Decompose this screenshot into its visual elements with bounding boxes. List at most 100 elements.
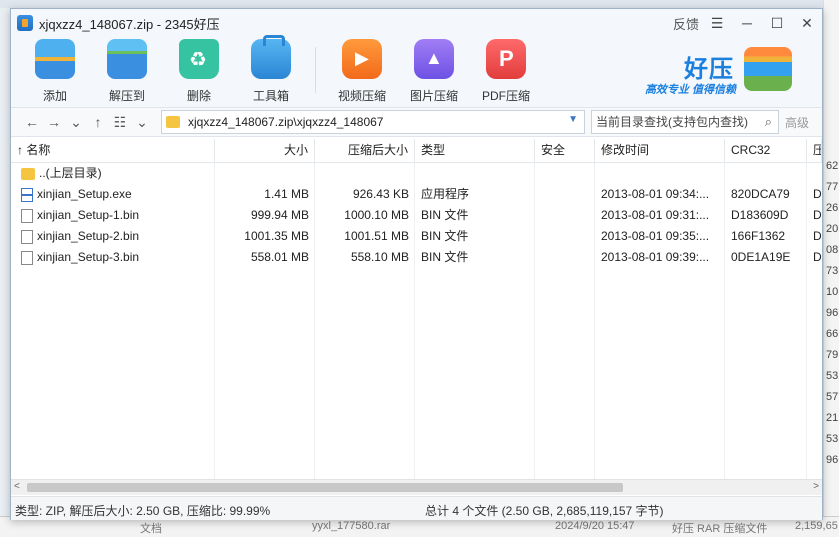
header-size[interactable]: 大小 — [215, 139, 315, 162]
search-input[interactable] — [596, 115, 756, 129]
up-icon[interactable]: ↑ — [87, 111, 109, 133]
table-row[interactable]: xinjian_Setup-1.bin 999.94 MB 1000.10 MB BI… — [11, 205, 822, 226]
horizontal-scrollbar[interactable]: < > — [11, 479, 822, 495]
table-row[interactable]: ..(上层目录) — [11, 163, 822, 184]
delete-button[interactable]: 删除 — [169, 37, 229, 107]
cell-packed: 558.10 MB — [350, 250, 409, 264]
video-icon — [342, 39, 382, 79]
column-divider — [806, 163, 807, 479]
image-compress-button[interactable]: 图片压缩 — [404, 37, 464, 107]
cell-modified: 2013-08-01 09:35:... — [601, 229, 710, 243]
header-packed[interactable]: 压缩后大小 — [315, 139, 415, 162]
file-name: ..(上层目录) — [39, 166, 102, 180]
scroll-thumb[interactable] — [27, 483, 623, 492]
close-icon[interactable]: ✕ — [792, 9, 822, 37]
column-divider — [414, 163, 415, 479]
status-archive-info: 类型: ZIP, 解压后大小: 2.50 GB, 压缩比: 99.99% — [15, 504, 271, 518]
table-row[interactable]: xinjian_Setup-2.bin 1001.35 MB 1001.51 MB B… — [11, 226, 822, 247]
add-label: 添加 — [42, 89, 67, 103]
app-icon — [17, 15, 33, 31]
file-name: xinjian_Setup.exe — [37, 187, 132, 201]
cell-name: xinjian_Setup-1.bin — [11, 205, 215, 226]
path-text: xjqxzz4_148067.zip\xjqxzz4_148067 — [188, 115, 384, 129]
column-divider — [724, 163, 725, 479]
view-chevron-icon[interactable]: ⌄ — [131, 111, 153, 133]
back-icon[interactable]: ← — [21, 111, 43, 133]
cell-name: xinjian_Setup-2.bin — [11, 226, 215, 247]
folder-icon — [166, 116, 180, 128]
background-number: 53 — [826, 370, 839, 382]
cell-size: 558.01 MB — [250, 250, 309, 264]
toolbox-icon — [251, 35, 291, 79]
toolbar: 添加 解压到 删除 工具箱 视频压缩 图片压缩 PDF压缩 好压 高效 — [11, 35, 822, 107]
view-mode-icon[interactable]: ☷ — [109, 111, 131, 133]
search-box[interactable]: ⌕ — [591, 110, 779, 134]
header-type[interactable]: 类型 — [415, 139, 535, 162]
file-icon — [21, 208, 33, 223]
extract-button[interactable]: 解压到 — [97, 37, 157, 107]
pdf-compress-button[interactable]: PDF压缩 — [476, 37, 536, 107]
toolbox-button[interactable]: 工具箱 — [241, 35, 301, 107]
path-field[interactable]: xjqxzz4_148067.zip\xjqxzz4_148067 ▼ — [161, 110, 585, 134]
background-item: 文档 — [140, 523, 162, 535]
cell-name: xinjian_Setup.exe — [11, 184, 215, 205]
table-row[interactable]: xinjian_Setup.exe 1.41 MB 926.43 KB 应用程序 201… — [11, 184, 822, 205]
header-crc32[interactable]: CRC32 — [725, 139, 807, 162]
cell-safety — [535, 163, 595, 184]
exe-file-icon — [21, 187, 33, 202]
cell-type: BIN 文件 — [421, 229, 469, 243]
title-bar: xjqxzz4_148067.zip - 2345好压 反馈 ☰ ─ ☐ ✕ — [11, 9, 822, 37]
video-compress-label: 视频压缩 — [337, 89, 386, 103]
header-safety[interactable]: 安全 — [535, 139, 595, 162]
background-number: 73 — [826, 265, 839, 277]
cell-modified: 2013-08-01 09:39:... — [601, 250, 710, 264]
cell-crc32: 0DE1A19E — [731, 250, 791, 264]
background-window-right: 62 77 26 20 08 73 10 96 66 79 53 57 21 53 96 — [823, 0, 839, 537]
table-row[interactable]: xinjian_Setup-3.bin 558.01 MB 558.10 MB BIN… — [11, 247, 822, 268]
cell-modified: 2013-08-01 09:34:... — [601, 187, 710, 201]
cell-more: De — [813, 229, 822, 243]
history-chevron-icon[interactable]: ⌄ — [65, 111, 87, 133]
delete-label: 删除 — [186, 89, 211, 103]
file-icon — [21, 250, 33, 265]
forward-icon[interactable]: → — [43, 111, 65, 133]
background-number: 20 — [826, 223, 839, 235]
video-compress-button[interactable]: 视频压缩 — [332, 37, 392, 107]
header-name[interactable]: ↑ 名称 — [11, 139, 215, 162]
toolbar-divider — [315, 47, 316, 93]
maximize-icon[interactable]: ☐ — [762, 9, 792, 37]
background-item: 好压 RAR 压缩文件 — [672, 523, 768, 535]
cell-more — [807, 163, 822, 184]
add-button[interactable]: 添加 — [25, 37, 85, 107]
header-modified[interactable]: 修改时间 — [595, 139, 725, 162]
status-bar: 类型: ZIP, 解压后大小: 2.50 GB, 压缩比: 99.99% 总计 … — [11, 496, 822, 520]
file-name: xinjian_Setup-1.bin — [37, 208, 140, 222]
cell-crc32 — [725, 163, 807, 184]
cell-safety — [535, 184, 595, 205]
search-icon[interactable]: ⌕ — [765, 114, 772, 130]
sort-up-icon: ↑ — [17, 143, 27, 157]
scroll-left-icon[interactable]: < — [14, 481, 20, 492]
feedback-button[interactable]: 反馈 — [670, 9, 702, 37]
minimize-icon[interactable]: ─ — [732, 9, 762, 37]
scroll-right-icon[interactable]: > — [813, 481, 819, 492]
header-more[interactable]: 压 — [807, 139, 822, 162]
brand: 好压 高效专业 值得信赖 — [612, 41, 792, 103]
background-item: 2,159,65 — [795, 520, 838, 532]
background-number: 62 — [826, 160, 839, 172]
background-number: 79 — [826, 349, 839, 361]
cell-crc32: 820DCA79 — [731, 187, 790, 201]
cell-more: De — [813, 208, 822, 222]
cell-safety — [535, 247, 595, 268]
menu-icon[interactable]: ☰ — [702, 9, 732, 37]
address-bar: ← → ⌄ ↑ ☷ ⌄ xjqxzz4_148067.zip\xjqxzz4_1… — [11, 107, 822, 137]
column-divider — [314, 163, 315, 479]
pdf-compress-label: PDF压缩 — [481, 89, 530, 103]
image-icon — [414, 39, 454, 79]
advanced-search-link[interactable]: 高级 — [785, 114, 809, 131]
list-header: ↑ 名称 大小 压缩后大小 类型 安全 修改时间 CRC32 压 — [11, 139, 822, 163]
background-number: 77 — [826, 181, 839, 193]
cell-packed: 1000.10 MB — [344, 208, 409, 222]
image-compress-label: 图片压缩 — [409, 89, 458, 103]
path-dropdown-icon[interactable]: ▼ — [568, 114, 578, 125]
